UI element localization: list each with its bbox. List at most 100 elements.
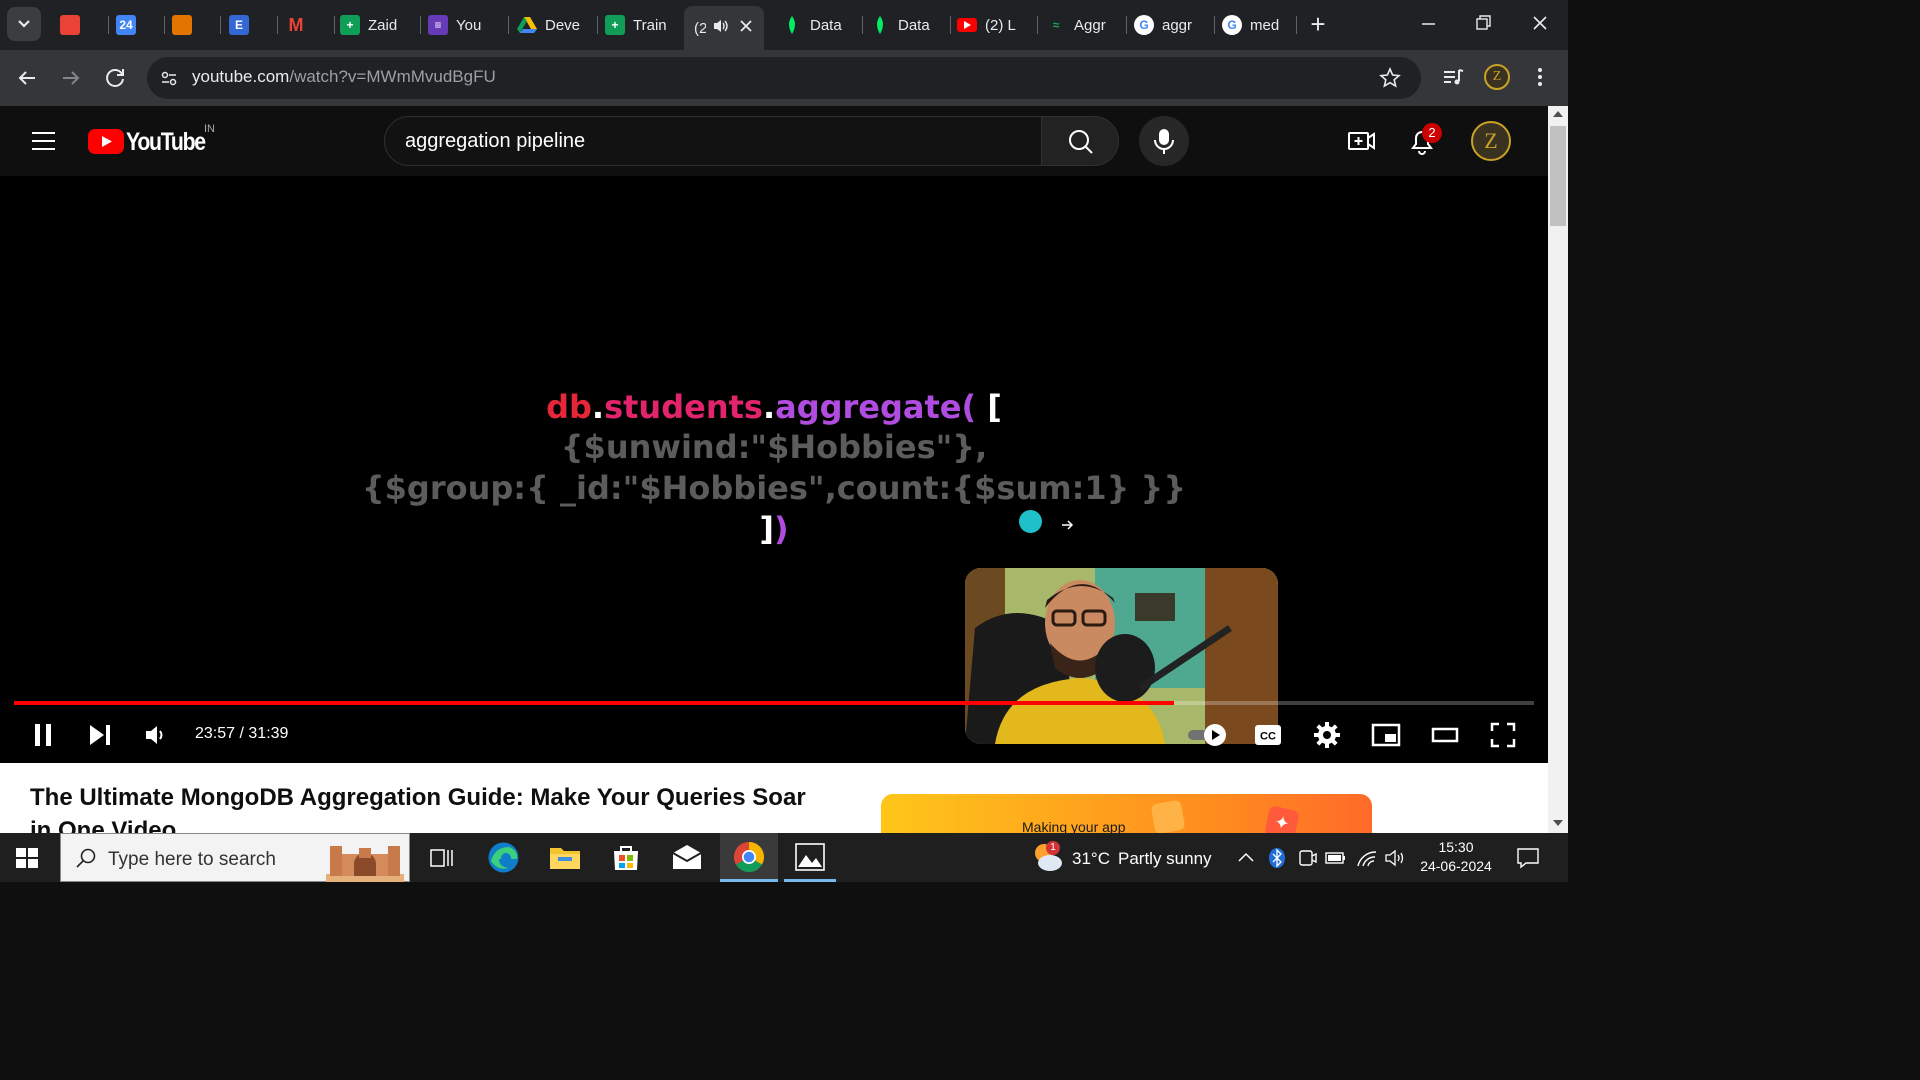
mail-taskbar-icon[interactable] [671, 843, 703, 871]
miniplayer-button[interactable] [1371, 721, 1401, 749]
browser-tab[interactable]: Data [782, 8, 854, 42]
theater-mode-button[interactable] [1430, 721, 1460, 749]
scroll-up-arrow-icon[interactable] [1553, 111, 1563, 117]
browser-tab[interactable]: E [229, 8, 269, 42]
tab-separator [277, 16, 278, 34]
reload-button[interactable] [101, 64, 129, 92]
tab-separator [508, 16, 509, 34]
taskbar-search-box[interactable]: Type here to search [60, 833, 410, 882]
video-player[interactable]: db.students.aggregate( [ {$unwind:"$Hobb… [0, 176, 1548, 763]
browser-tab[interactable]: Gaggr [1134, 8, 1206, 42]
bookmark-star-button[interactable] [1378, 66, 1402, 90]
autoplay-toggle[interactable] [1186, 724, 1230, 746]
tab-separator [1296, 16, 1297, 34]
tab-favicon-aggr: ≈ [1052, 18, 1060, 32]
site-info-icon[interactable] [156, 65, 182, 91]
taskbar-search-placeholder: Type here to search [108, 849, 276, 870]
browser-menu-button[interactable] [1530, 64, 1550, 92]
account-avatar[interactable]: Z [1471, 121, 1511, 161]
progress-bar-track[interactable] [14, 701, 1534, 705]
minimize-button[interactable] [1414, 8, 1444, 38]
notification-center-button[interactable] [1516, 846, 1540, 870]
page-scrollbar[interactable] [1548, 106, 1568, 833]
wifi-tray-icon[interactable] [1356, 848, 1378, 868]
browser-tab[interactable]: ≈ Aggr [1046, 8, 1118, 42]
svg-text:CC: CC [1260, 731, 1276, 743]
clock-time: 15:30 [1438, 839, 1474, 855]
subtitles-button[interactable]: CC [1254, 723, 1282, 747]
profile-avatar[interactable]: Z [1484, 64, 1510, 90]
meet-now-tray-icon[interactable] [1297, 848, 1317, 868]
gear-icon [1314, 722, 1340, 748]
tab-title: aggr [1162, 16, 1193, 34]
next-button[interactable] [86, 721, 114, 749]
browser-tab[interactable]: Data [870, 8, 942, 42]
search-box[interactable]: aggregation pipeline [384, 116, 1042, 166]
code-line-3: {$group:{ _id:"$Hobbies",count:{$sum:1} … [361, 469, 1187, 507]
star-icon [1379, 66, 1401, 88]
search-input[interactable]: aggregation pipeline [405, 130, 585, 153]
chrome-taskbar-button[interactable] [720, 833, 778, 882]
back-button[interactable] [13, 64, 41, 92]
address-bar[interactable]: youtube.com/watch?v=MWmMvudBgFU [147, 57, 1421, 99]
browser-tab[interactable]: + Train [605, 8, 677, 42]
ad-banner[interactable]: Making your app ✦ [881, 794, 1372, 833]
drive-icon [517, 15, 537, 35]
tab-favicon-1 [60, 15, 80, 35]
show-hidden-icons-button[interactable] [1236, 848, 1256, 868]
close-icon [1533, 16, 1547, 30]
file-explorer-taskbar-icon[interactable] [549, 843, 581, 871]
task-view-button[interactable] [428, 846, 454, 870]
weather-temperature: 31°C [1072, 849, 1110, 868]
restore-button[interactable] [1469, 8, 1499, 38]
create-button[interactable] [1347, 127, 1377, 155]
voice-search-button[interactable] [1139, 116, 1189, 166]
photos-taskbar-button[interactable] [784, 833, 836, 882]
forward-button[interactable] [57, 64, 85, 92]
browser-tab[interactable]: ≡ You [428, 8, 500, 42]
volume-tray-icon[interactable] [1384, 848, 1406, 868]
youtube-logo[interactable]: YouTube IN [88, 123, 218, 158]
browser-tab[interactable] [172, 8, 212, 42]
clock[interactable]: 15:30 24-06-2024 [1415, 838, 1497, 878]
close-window-button[interactable] [1525, 8, 1555, 38]
tab-separator [108, 16, 109, 34]
browser-tab[interactable]: (2 [684, 6, 764, 50]
audio-playing-icon[interactable] [712, 17, 730, 39]
pause-button[interactable] [30, 721, 58, 749]
tab-title: med [1250, 16, 1280, 34]
browser-tab[interactable]: Deve [517, 8, 589, 42]
notifications-button[interactable]: 2 [1406, 123, 1442, 158]
bluetooth-tray-icon[interactable] [1268, 847, 1286, 869]
mute-button[interactable] [142, 721, 170, 749]
scrollbar-thumb[interactable] [1550, 126, 1566, 226]
mouse-cursor-icon [1060, 517, 1076, 533]
chrome-icon [733, 842, 765, 873]
mongodb-icon [782, 15, 802, 35]
close-tab-icon[interactable] [738, 18, 754, 38]
scroll-down-arrow-icon[interactable] [1553, 820, 1563, 826]
fullscreen-button[interactable] [1489, 721, 1517, 749]
start-button[interactable] [14, 846, 40, 870]
browser-tab[interactable]: Gmed [1222, 8, 1294, 42]
browser-tab[interactable]: 24 [116, 8, 156, 42]
ad-text: Making your app [1022, 819, 1126, 833]
browser-tab[interactable]: (2) L [957, 8, 1029, 42]
battery-tray-icon[interactable] [1325, 849, 1347, 867]
weather-widget[interactable]: 1 31°C Partly sunny [1030, 841, 1220, 875]
search-button[interactable] [1041, 116, 1119, 166]
browser-tab[interactable] [60, 8, 100, 42]
new-tab-button[interactable]: + [1305, 10, 1331, 40]
browser-tab[interactable]: M [286, 8, 326, 42]
guide-menu-button[interactable] [30, 129, 58, 153]
webcam-overlay [965, 568, 1278, 744]
microphone-icon [1154, 129, 1174, 154]
browser-tab[interactable]: + Zaid [340, 8, 412, 42]
code-line-2: {$unwind:"$Hobbies"}, [560, 428, 988, 466]
tab-search-button[interactable] [7, 7, 41, 41]
media-controls-button[interactable] [1440, 64, 1466, 90]
browser-toolbar: youtube.com/watch?v=MWmMvudBgFU Z [0, 50, 1568, 106]
microsoft-store-taskbar-icon[interactable] [611, 842, 641, 872]
settings-button[interactable] [1313, 721, 1341, 749]
edge-taskbar-icon[interactable] [487, 841, 520, 874]
